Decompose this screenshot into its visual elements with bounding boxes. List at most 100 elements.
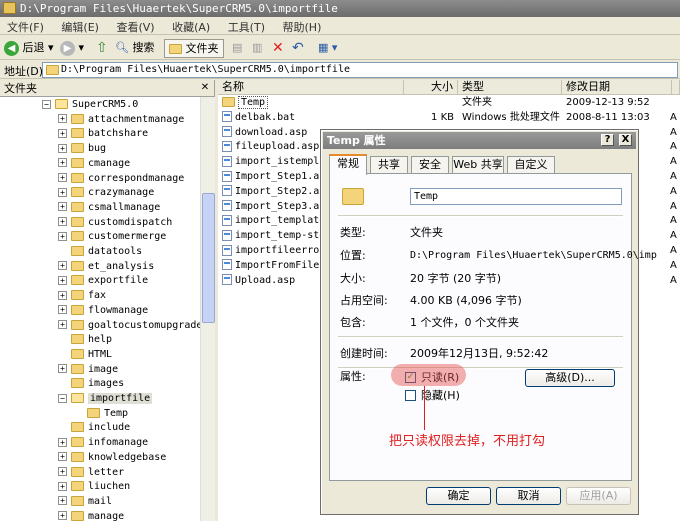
tree-item[interactable]: + image [58,363,118,378]
close-button[interactable]: X [619,134,632,146]
copy-to-button[interactable]: ▥ [252,39,262,57]
menu-tools[interactable]: 工具(T) [221,17,272,37]
column-header-attr[interactable] [672,80,680,95]
scrollbar-thumb[interactable] [202,193,215,323]
expand-icon[interactable]: + [58,202,67,212]
file-row[interactable]: fileupload.asp [222,140,319,155]
tree-item[interactable]: + correspondmanage [58,172,184,187]
expand-icon[interactable]: + [58,143,67,153]
expand-icon[interactable]: + [58,261,67,271]
tree-item[interactable]: images [58,377,124,392]
tree-item[interactable]: datatools [58,245,142,260]
expand-icon[interactable]: + [58,173,67,182]
expand-icon[interactable]: + [58,481,67,491]
tree-item[interactable]: + csmallmanage [58,201,160,216]
expand-icon[interactable]: + [58,290,67,300]
menu-edit[interactable]: 编辑(E) [54,17,106,37]
back-button[interactable]: ◀ 后退 ▾ [4,39,54,57]
expand-icon[interactable]: + [58,364,67,374]
tree-item[interactable]: + fax [58,289,106,304]
move-to-button[interactable]: ▤ [232,39,242,57]
column-header-size[interactable]: 大小 [404,80,458,95]
file-row[interactable]: delbak.bat [222,111,295,126]
menu-help[interactable]: 帮助(H) [276,17,329,37]
search-button[interactable]: 🔍︎ 搜索 [115,39,154,57]
tree-scrollbar[interactable] [200,97,215,521]
tab-web-sharing[interactable]: Web 共享 [452,156,504,174]
tree-item[interactable]: + batchshare [58,127,148,142]
hidden-checkbox[interactable] [405,390,416,401]
views-button[interactable]: ▦ ▾ [318,39,337,57]
expand-icon[interactable]: + [58,305,67,315]
expand-icon[interactable]: + [58,437,67,447]
tab-security[interactable]: 安全 [411,156,449,174]
expand-icon[interactable]: + [58,467,67,476]
tree-item[interactable]: + flowmanage [58,304,148,319]
tree-item[interactable]: + mail [58,495,112,510]
close-icon[interactable]: ✕ [199,82,211,94]
help-button[interactable]: ? [601,134,614,146]
expand-icon[interactable]: + [58,128,67,138]
advanced-button[interactable]: 高级(D)... [525,369,615,387]
tree-item[interactable]: Temp [74,407,128,422]
expand-icon[interactable]: + [58,187,67,197]
menu-view[interactable]: 查看(V) [109,17,161,37]
up-folder-button[interactable]: ⇧ [96,39,108,57]
file-row[interactable]: Temp [222,96,269,111]
collapse-icon[interactable]: − [58,393,67,403]
folders-button[interactable]: 文件夹 [164,39,224,58]
tree-item[interactable]: + goaltocustomupgrade [58,319,200,334]
tree-item[interactable]: help [58,333,112,348]
tree-item[interactable]: − importfile [58,392,153,407]
tab-customize[interactable]: 自定义 [507,156,555,174]
column-header-modified[interactable]: 修改日期 [562,80,672,95]
column-header-name[interactable]: 名称 [218,80,404,95]
tree-item[interactable]: + et_analysis [58,260,154,275]
file-row[interactable]: download.asp [222,126,307,141]
collapse-icon[interactable]: − [42,99,51,109]
tree-item[interactable]: + liuchen [58,480,130,495]
tree-item[interactable]: + customermerge [58,230,166,245]
file-row[interactable]: ImportFromFile.a [222,259,331,274]
tree-item[interactable]: include [58,421,130,436]
expand-icon[interactable]: + [58,217,67,227]
menu-favorites[interactable]: 收藏(A) [165,17,217,37]
file-row[interactable]: Import_Step3.asp [222,200,331,215]
address-input[interactable]: D:\Program Files\Huaertek\SuperCRM5.0\im… [42,62,678,78]
tab-sharing[interactable]: 共享 [370,156,408,174]
file-row[interactable]: Import_Step2.asp [222,185,331,200]
undo-button[interactable]: ↶ [292,39,304,57]
tree-item[interactable]: + manage [58,510,124,521]
expand-icon[interactable]: + [58,231,67,241]
expand-icon[interactable]: + [58,496,67,506]
ok-button[interactable]: 确定 [426,487,491,505]
tree-item[interactable]: + letter [58,466,124,481]
tree-item[interactable]: + knowledgebase [58,451,166,466]
file-row[interactable]: importfileerror. [222,244,331,259]
cancel-button[interactable]: 取消 [496,487,561,505]
tree-item[interactable]: + customdispatch [58,216,172,231]
file-row[interactable]: import_temp-step [222,229,331,244]
tree-item[interactable]: + attachmentmanage [58,113,184,128]
tree-item[interactable]: + infomanage [58,436,148,451]
file-row[interactable]: import_template. [222,214,331,229]
tree-item[interactable]: + bug [58,142,106,157]
expand-icon[interactable]: + [58,452,67,462]
column-header-type[interactable]: 类型 [458,80,562,95]
tree-item[interactable]: + cmanage [58,157,130,172]
tree-item[interactable]: − SuperCRM5.0 [42,98,138,113]
folder-name-input[interactable]: Temp [410,188,622,205]
delete-button[interactable]: ✕ [272,39,284,57]
expand-icon[interactable]: + [58,320,67,329]
tab-general[interactable]: 常规 [329,154,367,175]
file-row[interactable]: import_istemplat [222,155,331,170]
tree-item[interactable]: + exportfile [58,274,148,289]
file-row[interactable]: Upload.asp [222,274,295,289]
tree-item[interactable]: + crazymanage [58,186,154,201]
file-row[interactable]: Import_Step1.asp [222,170,331,185]
apply-button[interactable]: 应用(A) [566,487,631,505]
expand-icon[interactable]: + [58,114,67,124]
expand-icon[interactable]: + [58,511,67,521]
expand-icon[interactable]: + [58,158,67,168]
expand-icon[interactable]: + [58,275,67,285]
